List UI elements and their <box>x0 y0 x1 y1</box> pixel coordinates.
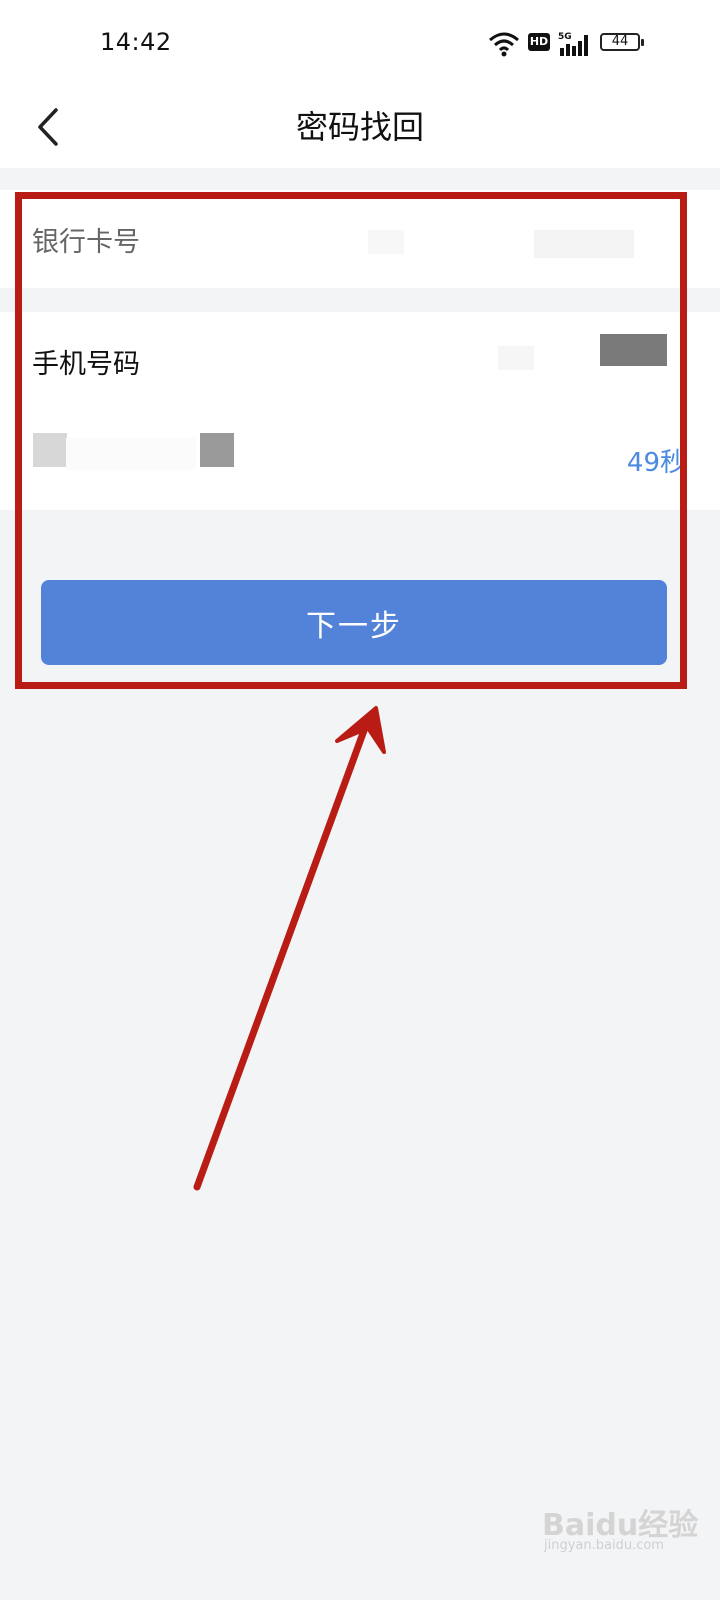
phone-number-label: 手机号码 <box>32 349 140 380</box>
status-time: 14:42 <box>100 28 172 56</box>
hd-icon: HD <box>528 33 550 51</box>
page-title: 密码找回 <box>295 108 424 146</box>
phone-number-field[interactable]: 手机号码 <box>0 312 720 411</box>
countdown-timer[interactable]: 49秒 <box>627 442 686 479</box>
nav-bar: 密码找回 <box>0 90 720 169</box>
baidu-watermark-url: jingyan.baidu.com <box>544 1538 664 1553</box>
status-bar: 14:42 HD 5G 44 <box>0 0 720 90</box>
next-step-button[interactable]: 下一步 <box>41 580 667 665</box>
signal-icon: 5G <box>558 32 588 56</box>
redacted-value <box>66 438 196 470</box>
bank-card-label: 银行卡号 <box>32 227 140 258</box>
redacted-value <box>200 433 234 467</box>
battery-icon: 44 <box>600 33 644 51</box>
bank-card-field[interactable]: 银行卡号 <box>0 190 720 288</box>
redacted-value <box>368 230 404 254</box>
verification-code-row[interactable]: 49秒 <box>0 410 720 510</box>
network-label: 5G <box>558 32 572 42</box>
redacted-value <box>498 346 534 370</box>
section-gap <box>0 168 720 190</box>
redacted-value <box>534 230 634 258</box>
redacted-value <box>33 433 67 467</box>
wifi-icon <box>489 32 519 57</box>
status-icons: HD 5G 44 <box>489 30 650 58</box>
redacted-value <box>600 334 667 366</box>
